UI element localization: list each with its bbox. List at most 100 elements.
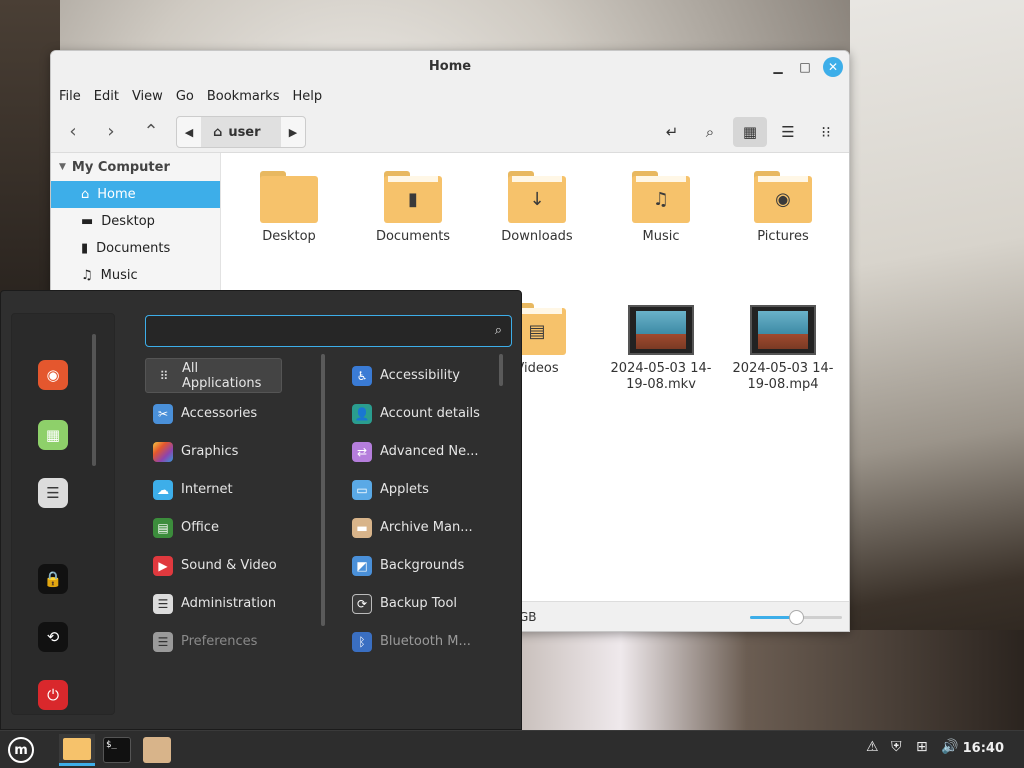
zoom-slider[interactable]: [750, 610, 842, 625]
sidebar-item-desktop[interactable]: ▬ Desktop: [51, 208, 220, 235]
category-all-applications[interactable]: ⠿ All Applications: [145, 358, 282, 393]
app-backup-tool[interactable]: ⟳ Backup Tool: [344, 586, 504, 621]
back-button[interactable]: ‹: [59, 117, 87, 145]
accessibility-icon: ♿: [352, 365, 372, 386]
breadcrumb-right-arrow[interactable]: ▶: [281, 126, 305, 139]
favorites-scrollbar[interactable]: [92, 334, 96, 466]
update-icon[interactable]: ⚠: [866, 739, 879, 755]
app-account-details[interactable]: 👤 Account details: [344, 396, 504, 431]
category-graphics[interactable]: Graphics: [145, 434, 282, 469]
sidebar-item-documents[interactable]: ▮ Documents: [51, 235, 220, 262]
menu-help[interactable]: Help: [292, 89, 330, 104]
sidebar-item-label: Desktop: [101, 214, 155, 229]
category-label: Accessories: [181, 406, 258, 421]
taskbar-archive[interactable]: [139, 734, 175, 766]
backup-icon: ⟳: [352, 593, 372, 614]
category-accessories[interactable]: ✂ Accessories: [145, 396, 282, 431]
breadcrumb-left-arrow[interactable]: ◀: [177, 126, 201, 139]
search-button[interactable]: ⌕: [693, 117, 727, 147]
palette-icon: [153, 441, 173, 462]
volume-icon[interactable]: 🔊: [941, 739, 958, 755]
category-sound-video[interactable]: ▶ Sound & Video: [145, 548, 282, 583]
app-applets[interactable]: ▭ Applets: [344, 472, 504, 507]
menu-view[interactable]: View: [132, 89, 171, 104]
close-button[interactable]: ✕: [823, 57, 843, 77]
app-label: Accessibility: [380, 368, 460, 383]
file-item-video-mkv[interactable]: 2024-05-03 14-19-08.mkv: [606, 305, 716, 393]
toggle-location-button[interactable]: ↵: [655, 117, 689, 147]
menu-go[interactable]: Go: [176, 89, 202, 104]
up-button[interactable]: ⌃: [137, 117, 165, 145]
logout-icon[interactable]: ⟲: [38, 622, 68, 652]
sidebar-section-my-computer[interactable]: ▼ My Computer: [51, 153, 220, 181]
file-label: Desktop: [262, 229, 316, 244]
menu-button[interactable]: m: [4, 734, 38, 766]
app-label: Bluetooth M...: [380, 634, 471, 649]
category-label: Graphics: [181, 444, 239, 459]
categories-scrollbar[interactable]: [321, 354, 325, 626]
app-label: Applets: [380, 482, 429, 497]
network-icon[interactable]: ⊞: [916, 739, 928, 755]
file-label: Documents: [375, 229, 451, 244]
app-archive-manager[interactable]: ▬ Archive Man...: [344, 510, 504, 545]
taskbar: m $_ ⚠ ⛨ ⊞ 🔊 16:40: [0, 730, 1024, 768]
icon-view-button[interactable]: ▦: [733, 117, 767, 147]
list-view-button[interactable]: ☰: [771, 117, 805, 147]
sidebar-item-label: Music: [100, 268, 138, 283]
menu-bookmarks[interactable]: Bookmarks: [207, 89, 288, 104]
document-icon: ▮: [81, 241, 89, 256]
title-bar[interactable]: Home ▁ □ ✕: [51, 51, 849, 83]
search-input[interactable]: [154, 322, 484, 342]
category-internet[interactable]: ☁ Internet: [145, 472, 282, 507]
compact-view-button[interactable]: ⁝⁝: [809, 117, 843, 147]
power-icon[interactable]: ⏻: [38, 680, 68, 710]
file-label: Music: [642, 229, 680, 244]
shield-icon[interactable]: ⛨: [891, 739, 902, 755]
taskbar-terminal[interactable]: $_: [99, 734, 135, 766]
sidebar-item-home[interactable]: ⌂ Home: [51, 181, 220, 208]
menu-file[interactable]: File: [59, 89, 89, 104]
lock-icon[interactable]: 🔒: [38, 564, 68, 594]
firefox-icon[interactable]: ◉: [38, 360, 68, 390]
zoom-slider-knob[interactable]: [789, 610, 804, 625]
category-label: Internet: [181, 482, 233, 497]
minimize-button[interactable]: ▁: [768, 57, 788, 77]
breadcrumb-home[interactable]: ⌂ user: [201, 117, 281, 147]
clock[interactable]: 16:40: [963, 741, 1004, 756]
settings-icon[interactable]: ☰: [38, 478, 68, 508]
app-label: Backup Tool: [380, 596, 458, 611]
app-advanced-network[interactable]: ⇄ Advanced Ne...: [344, 434, 504, 469]
office-icon: ▤: [153, 517, 173, 538]
file-item-pictures[interactable]: ◉ Pictures: [728, 171, 838, 245]
music-icon: ♫: [81, 268, 93, 283]
backgrounds-icon: ◩: [352, 555, 372, 576]
file-item-video-mp4[interactable]: 2024-05-03 14-19-08.mp4: [728, 305, 838, 393]
search-box[interactable]: ⌕: [145, 315, 512, 347]
app-accessibility[interactable]: ♿ Accessibility: [344, 358, 504, 393]
software-manager-icon[interactable]: ▦: [38, 420, 68, 450]
sidebar-item-label: Home: [97, 187, 136, 202]
preferences-icon: ☰: [153, 631, 173, 652]
file-item-desktop[interactable]: Desktop: [234, 171, 344, 245]
folder-icon: ♫: [632, 171, 690, 223]
category-label: Sound & Video: [181, 558, 277, 573]
sidebar-item-music[interactable]: ♫ Music: [51, 262, 220, 289]
category-administration[interactable]: ☰ Administration: [145, 586, 282, 621]
folder-icon: ◉: [754, 171, 812, 223]
apps-scrollbar[interactable]: [499, 354, 503, 386]
forward-button[interactable]: ›: [97, 117, 125, 145]
category-office[interactable]: ▤ Office: [145, 510, 282, 545]
wallpaper-bottom: [520, 630, 1024, 730]
menu-edit[interactable]: Edit: [94, 89, 127, 104]
breadcrumb: ◀ ⌂ user ▶: [176, 116, 306, 148]
app-backgrounds[interactable]: ◩ Backgrounds: [344, 548, 504, 583]
file-item-documents[interactable]: ▮ Documents: [358, 171, 468, 245]
taskbar-file-manager[interactable]: [59, 734, 95, 766]
wallpaper-right: [850, 0, 1024, 730]
category-preferences[interactable]: ☰ Preferences: [145, 624, 282, 659]
app-label: Archive Man...: [380, 520, 473, 535]
file-item-music[interactable]: ♫ Music: [606, 171, 716, 245]
maximize-button[interactable]: □: [795, 57, 815, 77]
file-item-downloads[interactable]: ↓ Downloads: [482, 171, 592, 245]
app-bluetooth-manager[interactable]: ᛒ Bluetooth M...: [344, 624, 504, 659]
